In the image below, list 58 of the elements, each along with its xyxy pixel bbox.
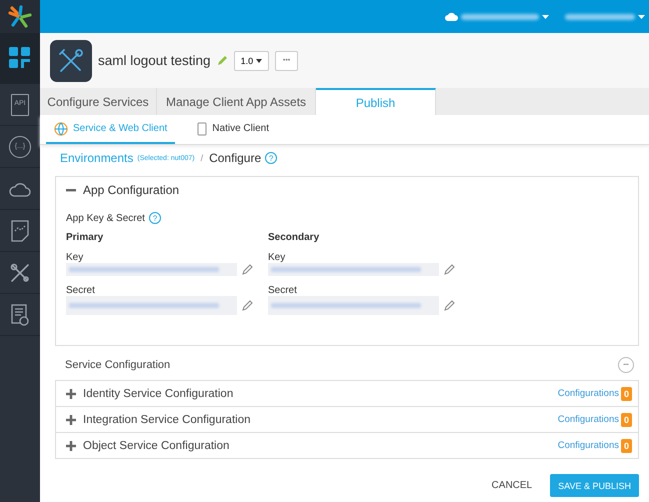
count-badge: 0 <box>620 412 632 426</box>
pencil-icon[interactable] <box>216 55 228 66</box>
app-name: saml logout testing <box>98 53 211 68</box>
account-menu[interactable] <box>445 12 549 21</box>
help-icon[interactable]: ? <box>265 152 278 164</box>
caret-icon <box>542 14 549 18</box>
field-label: Secret <box>268 285 298 296</box>
pencil-icon[interactable] <box>444 300 455 311</box>
logo-icon <box>8 4 32 28</box>
pencil-icon[interactable] <box>242 300 253 311</box>
sidebar-item[interactable] <box>0 33 40 84</box>
section-header[interactable]: App Configuration <box>66 177 628 202</box>
service-row[interactable]: Integration Service Configuration Configurations 0 <box>55 406 639 433</box>
field-label: Key <box>66 252 84 263</box>
section-title: Service Configuration <box>65 359 170 371</box>
pencil-icon[interactable] <box>242 264 253 275</box>
row-title: Integration Service Configuration <box>83 414 252 426</box>
cloud-icon <box>9 180 31 196</box>
expand-icon <box>66 440 76 450</box>
service-row[interactable]: Object Service Configuration Configurations 0 <box>55 432 639 459</box>
cloud-icon <box>445 12 458 21</box>
tab[interactable]: Publish <box>316 88 436 115</box>
subtab[interactable]: Native Client <box>189 115 277 144</box>
service-row[interactable]: Identity Service Configuration Configurations 0 <box>55 380 639 407</box>
globe-icon <box>54 122 68 136</box>
configurations-link[interactable]: Configurations <box>558 388 619 399</box>
subtab[interactable]: Service & Web Client <box>46 115 176 144</box>
caret-icon <box>256 58 262 62</box>
chart-document-icon <box>11 220 29 242</box>
dashboard-icon <box>9 47 31 69</box>
help-icon[interactable]: ? <box>148 212 161 224</box>
count-badge: 0 <box>620 386 632 400</box>
row-title: Identity Service Configuration <box>83 388 234 400</box>
tools-icon <box>10 262 30 282</box>
column-title: Primary <box>66 232 104 243</box>
field-label: Key <box>268 252 286 263</box>
column-title: Secondary <box>268 232 320 243</box>
save-publish-button[interactable]: SAVE & PUBLISH <box>550 474 639 497</box>
count-badge: 0 <box>620 438 632 452</box>
cancel-button[interactable]: CANCEL <box>486 479 538 492</box>
row-title: Object Service Configuration <box>83 440 230 452</box>
expand-icon <box>66 414 76 424</box>
expand-icon <box>66 388 76 398</box>
field-label: Secret <box>66 285 96 296</box>
configurations-link[interactable]: Configurations <box>558 414 619 425</box>
breadcrumb-current: Configure <box>209 151 262 165</box>
phone-icon <box>197 122 208 136</box>
configurations-link[interactable]: Configurations <box>558 440 619 451</box>
environments-link[interactable]: Environments <box>60 151 134 165</box>
user-menu[interactable] <box>565 14 645 20</box>
breadcrumb-separator: / <box>200 153 204 163</box>
pencil-icon[interactable] <box>444 264 455 275</box>
redacted-text <box>565 14 635 20</box>
caret-icon <box>638 14 645 18</box>
report-icon <box>11 304 29 326</box>
section-label: App Key & Secret <box>66 212 145 224</box>
version-dropdown[interactable]: 1.0 <box>234 50 270 70</box>
app-icon <box>50 40 92 82</box>
